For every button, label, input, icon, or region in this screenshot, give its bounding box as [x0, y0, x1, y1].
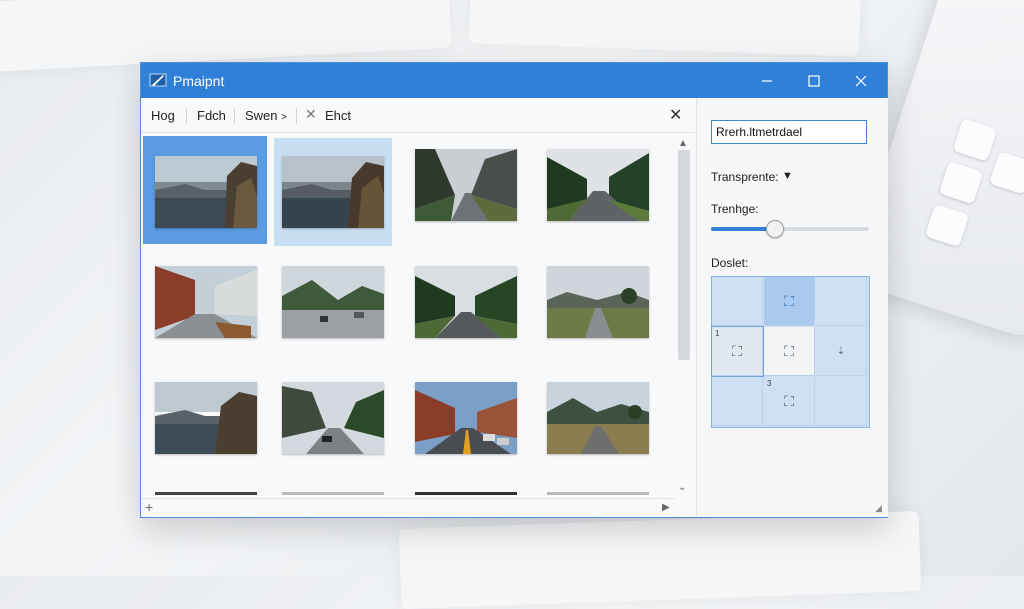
thumbnail-image — [547, 382, 649, 454]
thumbnail-cell[interactable] — [537, 136, 661, 244]
anchor-number: 1 — [715, 329, 720, 338]
toolbar: Hog Fdch Swen ˃ ✕ Ehct ✕ — [141, 98, 695, 133]
anchor-cell-center[interactable]: ⛶ — [764, 327, 815, 376]
thumbnail-image — [282, 156, 384, 228]
status-bar: + ▶ — [141, 498, 675, 518]
maximize-button[interactable] — [791, 63, 837, 98]
thumbnail-image — [547, 266, 649, 338]
toolbar-separator — [186, 108, 187, 124]
anchor-cell-bottom-center[interactable]: ⛶ 3 — [764, 377, 815, 426]
scroll-down-icon[interactable]: ⌄ — [678, 482, 686, 493]
thumbnail-image — [155, 382, 257, 454]
move-arrows-icon: ⛶ — [784, 292, 794, 309]
anchor-cell-top-right[interactable] — [816, 277, 867, 326]
anchor-cell-middle-right[interactable]: ⇣ — [816, 327, 867, 376]
thumbnail-image — [547, 492, 649, 495]
toolbar-item-fdch[interactable]: Fdch — [197, 108, 226, 123]
transparency-label: Transprente: — [711, 170, 779, 184]
scrollbar-thumb[interactable] — [678, 150, 690, 360]
window-title: Pmaipnt — [173, 73, 225, 89]
anchor-number: 3 — [767, 379, 772, 388]
thumbnail-cell[interactable] — [274, 370, 398, 478]
toolbar-separator — [296, 108, 297, 124]
toolbar-item-swen[interactable]: Swen ˃ — [245, 108, 287, 123]
laptop-key — [938, 160, 984, 205]
thumbnail-cell[interactable] — [405, 254, 529, 362]
close-icon — [855, 75, 867, 86]
app-window: Pmaipnt Hog Fdch Swen ˃ ✕ Ehct ✕ ▲ ⌄ + ▶… — [140, 62, 888, 518]
add-icon[interactable]: + — [145, 499, 153, 515]
chevron-right-icon: ˃ — [281, 112, 287, 123]
thumbnail-image — [415, 266, 517, 338]
laptop-key — [989, 151, 1024, 195]
thumbnail-cell[interactable] — [143, 136, 267, 244]
thumbnail-cell[interactable] — [143, 254, 267, 362]
thumbnail-cell[interactable] — [537, 254, 661, 362]
thumbnail-cell[interactable] — [405, 370, 529, 478]
thumbnail-image — [155, 492, 257, 495]
minimize-icon — [762, 79, 772, 82]
anchor-cell-top-center[interactable]: ⛶ — [764, 277, 815, 326]
desk-paper — [398, 510, 922, 609]
toolbar-item-hog[interactable]: Hog — [151, 108, 175, 123]
laptop-key — [952, 118, 998, 162]
thumbnail-cell[interactable] — [274, 254, 398, 362]
thumbnail-image — [415, 149, 517, 221]
toolbar-item-ehct[interactable]: Ehct — [325, 108, 351, 123]
anchor-grid: ⛶ ⛶ 1 ⛶ ⇣ ⛶ 3 — [711, 276, 870, 428]
minimize-button[interactable] — [744, 63, 790, 98]
toolbar-separator — [234, 108, 235, 124]
title-bar[interactable]: Pmaipnt — [141, 63, 887, 98]
anchor-cell-top-left[interactable] — [712, 277, 763, 326]
thumbnail-grid — [141, 132, 675, 498]
anchor-cell-middle-left[interactable]: ⛶ 1 — [711, 326, 764, 377]
vertical-scrollbar[interactable]: ▲ ⌄ — [675, 138, 693, 510]
toolbar-item-swen-label: Swen — [245, 108, 278, 123]
paintbrush-icon — [149, 73, 167, 87]
close-pane-icon[interactable]: ✕ — [669, 105, 682, 125]
thumbnail-image — [415, 382, 517, 454]
close-button[interactable] — [838, 63, 884, 98]
thumbnail-image — [415, 492, 517, 495]
scroll-up-icon[interactable]: ▲ — [678, 138, 688, 149]
properties-panel: Rrerh.ltmetrdael Transprente: ▼ Trenhge:… — [696, 98, 888, 517]
threshold-label: Trenhge: — [711, 202, 759, 216]
laptop-key — [924, 203, 970, 248]
thumbnail-cell[interactable] — [405, 136, 529, 244]
gallery-pane: Hog Fdch Swen ˃ ✕ Ehct ✕ ▲ ⌄ + ▶ — [141, 98, 695, 517]
thumbnail-cell[interactable] — [537, 370, 661, 478]
threshold-slider[interactable] — [711, 220, 869, 238]
maximize-icon — [808, 74, 820, 87]
thumbnail-image — [547, 149, 649, 221]
resize-grip-icon[interactable]: ◢ — [875, 503, 882, 514]
transparency-dropdown-icon[interactable]: ▼ — [782, 170, 793, 182]
slider-knob[interactable] — [766, 220, 785, 238]
thumbnail-image — [155, 156, 257, 228]
thumbnail-image — [282, 266, 384, 338]
thumbnail-image — [282, 382, 384, 454]
name-field[interactable]: Rrerh.ltmetrdael — [711, 120, 867, 144]
slider-fill — [711, 227, 775, 231]
arrow-down-icon: ⇣ — [836, 345, 846, 357]
scroll-right-icon[interactable]: ▶ — [662, 502, 670, 513]
thumbnail-cell[interactable] — [143, 370, 267, 478]
thumbnail-cell[interactable] — [274, 138, 392, 246]
move-arrows-icon: ⛶ — [732, 342, 742, 359]
thumbnail-image — [282, 492, 384, 495]
clear-icon[interactable]: ✕ — [305, 106, 317, 123]
move-arrows-icon: ⛶ — [784, 342, 794, 359]
thumbnail-image — [155, 266, 257, 338]
anchor-cell-bottom-right[interactable] — [816, 377, 867, 426]
desk-paper — [468, 0, 862, 57]
position-label: Doslet: — [711, 256, 749, 270]
anchor-cell-bottom-left[interactable] — [712, 377, 763, 426]
move-arrows-icon: ⛶ — [784, 392, 794, 409]
